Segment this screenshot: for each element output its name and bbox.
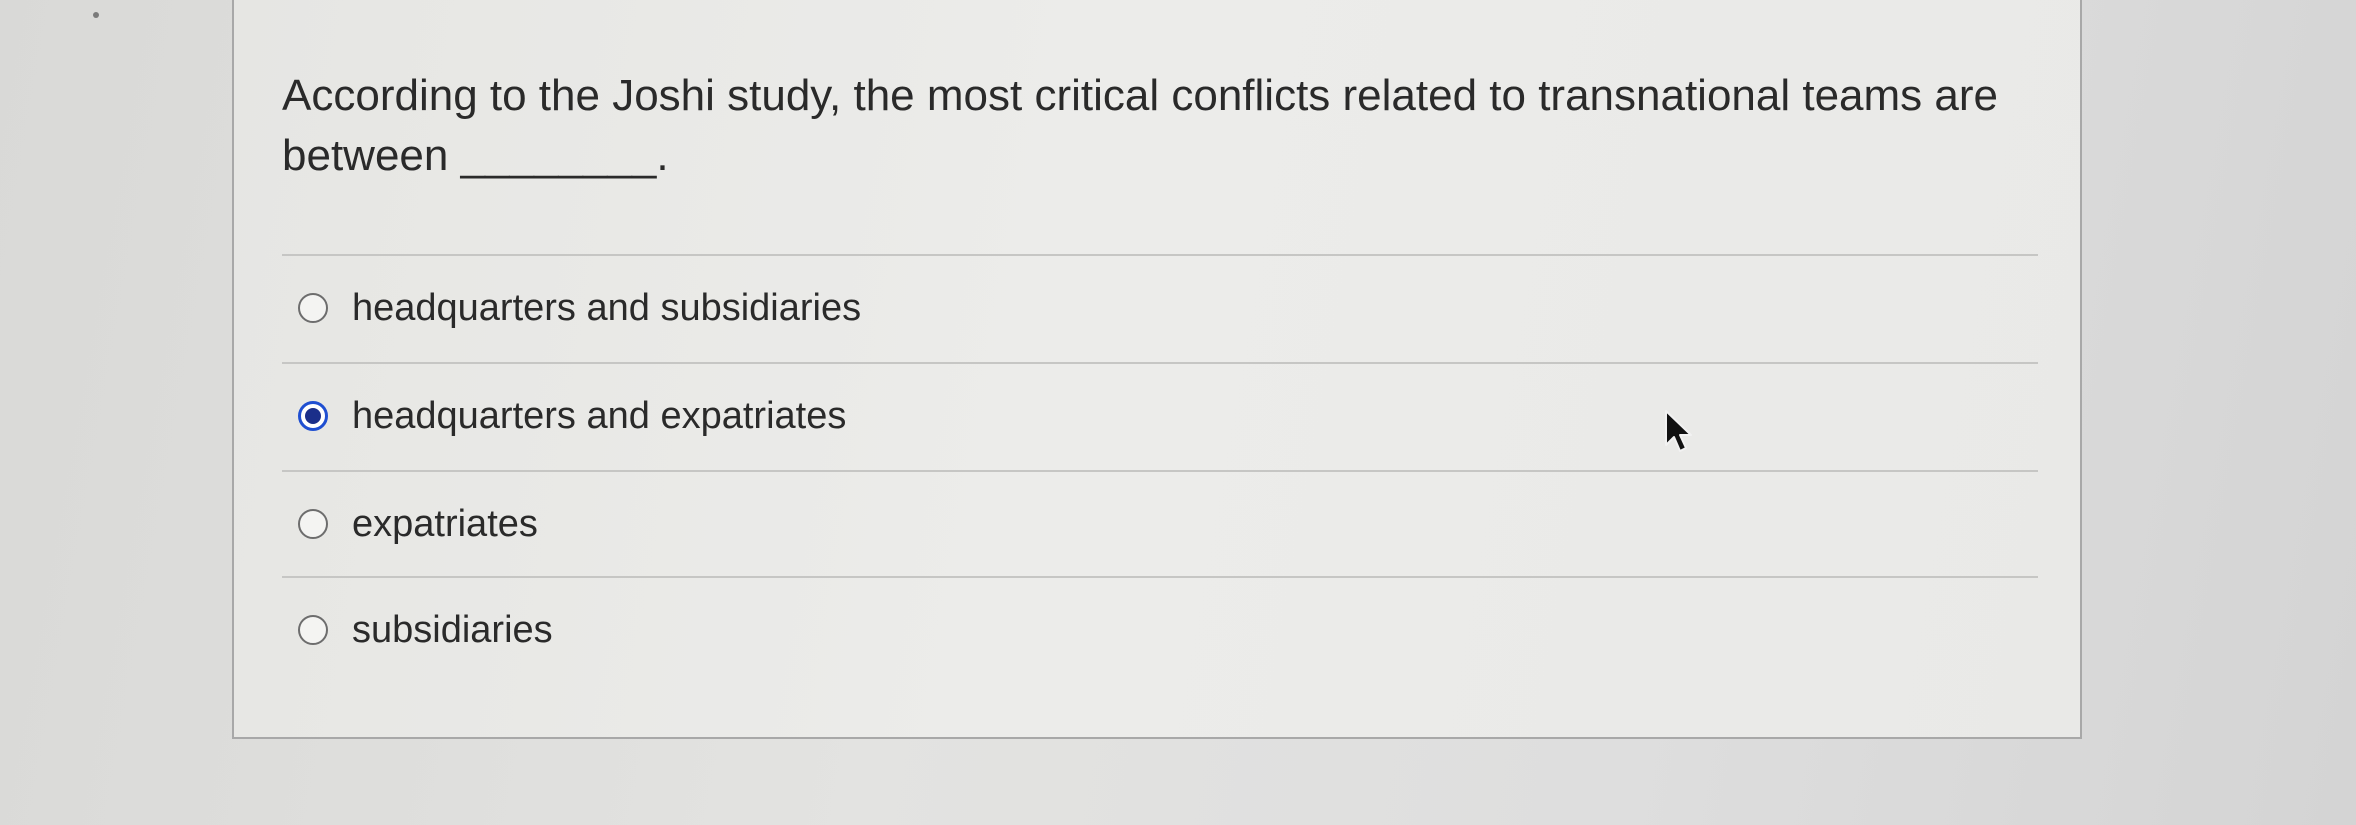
radio-button[interactable]: [298, 293, 328, 323]
question-card: According to the Joshi study, the most c…: [232, 0, 2082, 739]
mouse-pointer-icon: [1665, 410, 1692, 452]
radio-button[interactable]: [298, 615, 328, 645]
radio-button-selected[interactable]: [298, 401, 328, 431]
divider: [282, 362, 2038, 364]
option-label: headquarters and subsidiaries: [352, 286, 862, 329]
divider: [282, 576, 2038, 578]
option-label: headquarters and expatriates: [352, 394, 847, 437]
divider: [282, 254, 2038, 256]
question-text: According to the Joshi study, the most c…: [282, 71, 1998, 180]
screen: According to the Joshi study, the most c…: [0, 0, 2356, 825]
decorative-dot: [93, 12, 99, 18]
option-headquarters-and-expatriates[interactable]: headquarters and expatriates: [298, 386, 846, 446]
radio-button[interactable]: [298, 509, 328, 539]
option-label: subsidiaries: [352, 608, 553, 651]
divider: [282, 470, 2038, 472]
option-label: expatriates: [352, 502, 538, 545]
option-headquarters-and-subsidiaries[interactable]: headquarters and subsidiaries: [298, 278, 861, 338]
option-subsidiaries[interactable]: subsidiaries: [298, 600, 553, 660]
option-expatriates[interactable]: expatriates: [298, 494, 538, 554]
